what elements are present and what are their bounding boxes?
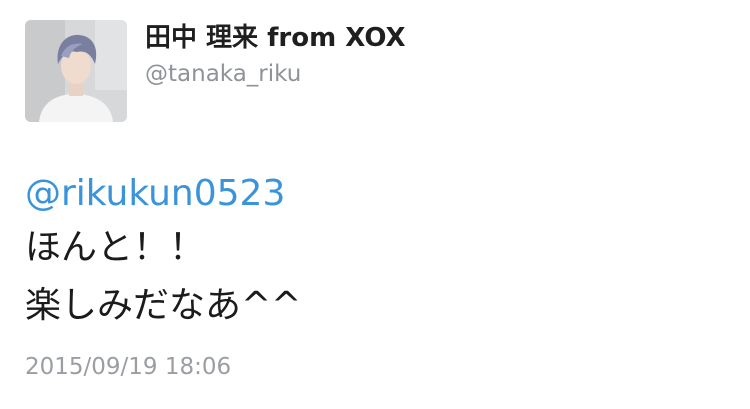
user-handle[interactable]: @tanaka_riku (145, 59, 301, 89)
tweet-timestamp[interactable]: 2015/09/19 18:06 (25, 352, 231, 382)
tweet-text-line-2: 楽しみだなあ^^ (25, 285, 302, 326)
display-name[interactable]: 田中 理来 from XOX (145, 21, 406, 55)
tweet-text-line-1: ほんと！！ (25, 227, 206, 268)
avatar[interactable] (25, 20, 127, 122)
mention-link[interactable]: @rikukun0523 (25, 172, 285, 216)
tweet-card: 田中 理来 from XOX @tanaka_riku @rikukun0523… (0, 0, 750, 409)
profile-photo-icon (25, 20, 127, 122)
